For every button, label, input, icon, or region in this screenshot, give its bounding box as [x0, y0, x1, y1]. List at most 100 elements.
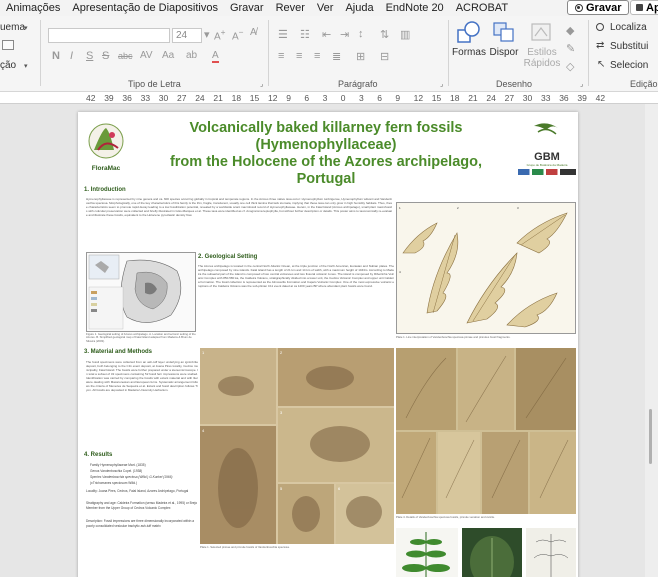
find-button[interactable]: Localiza	[610, 22, 647, 33]
editing-group-label: Edição	[630, 79, 658, 89]
italic-button[interactable]: I	[70, 50, 73, 62]
menu-acrobat[interactable]: ACROBAT	[450, 0, 514, 16]
grow-font-icon[interactable]: A+	[214, 27, 226, 42]
results-genus: Genus Vandenboschia Copel. (1938)	[90, 469, 143, 473]
shape-outline-icon[interactable]: ✎	[566, 42, 575, 55]
ribbon: uema ção ▾ ▾ 24 ▾ A+ A− A̸ N I S S abc A…	[0, 16, 658, 92]
menu-help[interactable]: Ajuda	[339, 0, 379, 16]
partner-logos-strip	[518, 169, 576, 175]
menu-slideshow[interactable]: Apresentação de Diapositivos	[66, 0, 224, 16]
ribbon-separator	[40, 20, 41, 86]
ruler-tick: 33	[541, 93, 551, 103]
horizontal-ruler[interactable]: 42 39 36 33 30 27 24 21 18 15 12 9 6 3 0 3 6 9 12 15 18 21 24 2…	[0, 92, 658, 104]
drawing-dialog-launcher-icon[interactable]: ⌟	[580, 80, 583, 88]
font-color-icon[interactable]: A	[212, 50, 219, 63]
intro-heading: 1. Introduction	[84, 187, 126, 193]
ruler-tick: 27	[177, 93, 187, 103]
columns-icon[interactable]: ▥	[400, 28, 410, 41]
align-left-icon[interactable]: ≡	[278, 50, 284, 62]
bold-button[interactable]: N	[52, 50, 60, 62]
decrease-indent-icon[interactable]: ⇤	[322, 28, 331, 41]
text-direction-icon[interactable]: ⇅	[380, 28, 389, 41]
ruler-tick: 30	[158, 93, 169, 103]
shapes-icon	[457, 21, 480, 43]
shape-effects-icon[interactable]: ◇	[566, 60, 574, 73]
menu-view[interactable]: Ver	[311, 0, 340, 16]
fern-sketch-image	[526, 528, 576, 577]
ruler-tick: 42	[86, 93, 96, 103]
paragraph-dialog-launcher-icon[interactable]: ⌟	[440, 80, 443, 88]
geo-heading: 2. Geological Setting	[198, 254, 258, 260]
highlight-icon[interactable]: ab	[186, 50, 197, 61]
bullets-icon[interactable]: ☰	[278, 28, 288, 41]
reset-icon[interactable]	[2, 40, 14, 50]
record-button[interactable]: Gravar	[567, 0, 630, 15]
slide-canvas[interactable]: FloraMac Volcanically baked killarney fe…	[78, 112, 578, 577]
numbering-icon[interactable]: ☷	[300, 28, 310, 41]
geo-paragraph: The Azores archipelago is located in the…	[198, 264, 394, 288]
ruler-tick: 36	[122, 93, 132, 103]
char-spacing-icon[interactable]: AV	[140, 50, 153, 61]
methods-paragraph: The fossil specimens were collected from…	[86, 360, 198, 392]
record-icon	[575, 3, 583, 12]
font-size-combo[interactable]: 24	[172, 28, 202, 43]
floramac-logo: FloraMac	[84, 122, 128, 172]
smartart-icon[interactable]: ⊟	[380, 50, 389, 63]
menu-review[interactable]: Rever	[270, 0, 311, 16]
results-species: Species Vandenboschia speciosa (Willd.) …	[90, 475, 173, 479]
ruler-tick: 3	[322, 93, 328, 103]
menu-animations[interactable]: Animações	[0, 0, 66, 16]
gbm-emblem-icon	[534, 123, 558, 135]
replace-button[interactable]: Substitui	[610, 41, 648, 52]
fossil-photo-grid-image: 1 2345 6	[200, 348, 394, 544]
plate-2-caption: Plate 1. Selected pinnae and pinnule fos…	[200, 546, 290, 549]
align-right-icon[interactable]: ≡	[314, 50, 320, 62]
results-synonym: (≡Trichomanes speciosum Willd.)	[90, 481, 138, 485]
ruler-tick: 24	[195, 93, 205, 103]
clear-format-icon[interactable]: A̸	[250, 27, 257, 38]
ribbon-separator	[268, 20, 269, 86]
shrink-font-icon[interactable]: A−	[232, 27, 244, 42]
ruler-tick: 15	[431, 93, 442, 103]
gbm-logo: GBM Grupo de Botânica da Madeira	[518, 122, 576, 175]
quick-styles-button[interactable]: Estilos Rápidos	[522, 20, 562, 69]
font-size-dropdown-icon[interactable]: ▾	[204, 28, 210, 41]
ribbon-layout-item[interactable]: uema	[0, 22, 25, 33]
ruler-tick: 33	[140, 93, 151, 103]
increase-indent-icon[interactable]: ⇥	[340, 28, 349, 41]
ruler-tick: 6	[304, 93, 310, 103]
ruler-tick: 30	[522, 93, 533, 103]
menu-record[interactable]: Gravar	[224, 0, 270, 16]
chevron-down-icon: ▾	[24, 25, 28, 32]
shape-fill-icon[interactable]: ◆	[566, 24, 574, 37]
fossil-closeup-image	[396, 348, 576, 514]
geologic-map-image	[87, 253, 195, 331]
plate-3-photos	[396, 348, 576, 514]
arrange-button[interactable]: Dispor	[488, 20, 520, 58]
share-button[interactable]: Ap	[630, 0, 658, 15]
select-icon: ↖	[597, 59, 606, 70]
underline-button[interactable]: S	[86, 50, 93, 62]
ruler-tick: 18	[231, 93, 242, 103]
font-dialog-launcher-icon[interactable]: ⌟	[260, 80, 263, 88]
quick-styles-icon	[531, 23, 551, 41]
scrollbar-thumb[interactable]	[649, 409, 652, 464]
strikethrough-button[interactable]: S	[102, 50, 109, 62]
results-stratigraphy: Stratigraphy and age: Caldeira Formation…	[86, 501, 198, 510]
select-button[interactable]: Selecion	[610, 60, 648, 71]
change-case-icon[interactable]: Aa	[162, 50, 174, 61]
ruler-tick: 9	[395, 93, 401, 103]
ribbon-section-item[interactable]: ção	[0, 60, 16, 71]
strike-abc-button[interactable]: abc	[118, 51, 133, 61]
ruler-tick: 9	[286, 93, 291, 103]
align-center-icon[interactable]: ≡	[296, 50, 302, 62]
plate-1-illustration: 1234	[396, 202, 576, 334]
poster-title-line-1: Volcanically baked killarney fern fossil…	[189, 120, 463, 153]
line-spacing-icon[interactable]: ↕	[358, 28, 364, 40]
menu-endnote[interactable]: EndNote 20	[380, 0, 450, 16]
vertical-scrollbar[interactable]	[645, 104, 658, 577]
align-text-icon[interactable]: ⊞	[356, 50, 365, 63]
font-name-combo[interactable]	[48, 28, 170, 43]
justify-icon[interactable]: ≣	[332, 50, 341, 63]
shapes-button[interactable]: Formas	[452, 20, 486, 58]
